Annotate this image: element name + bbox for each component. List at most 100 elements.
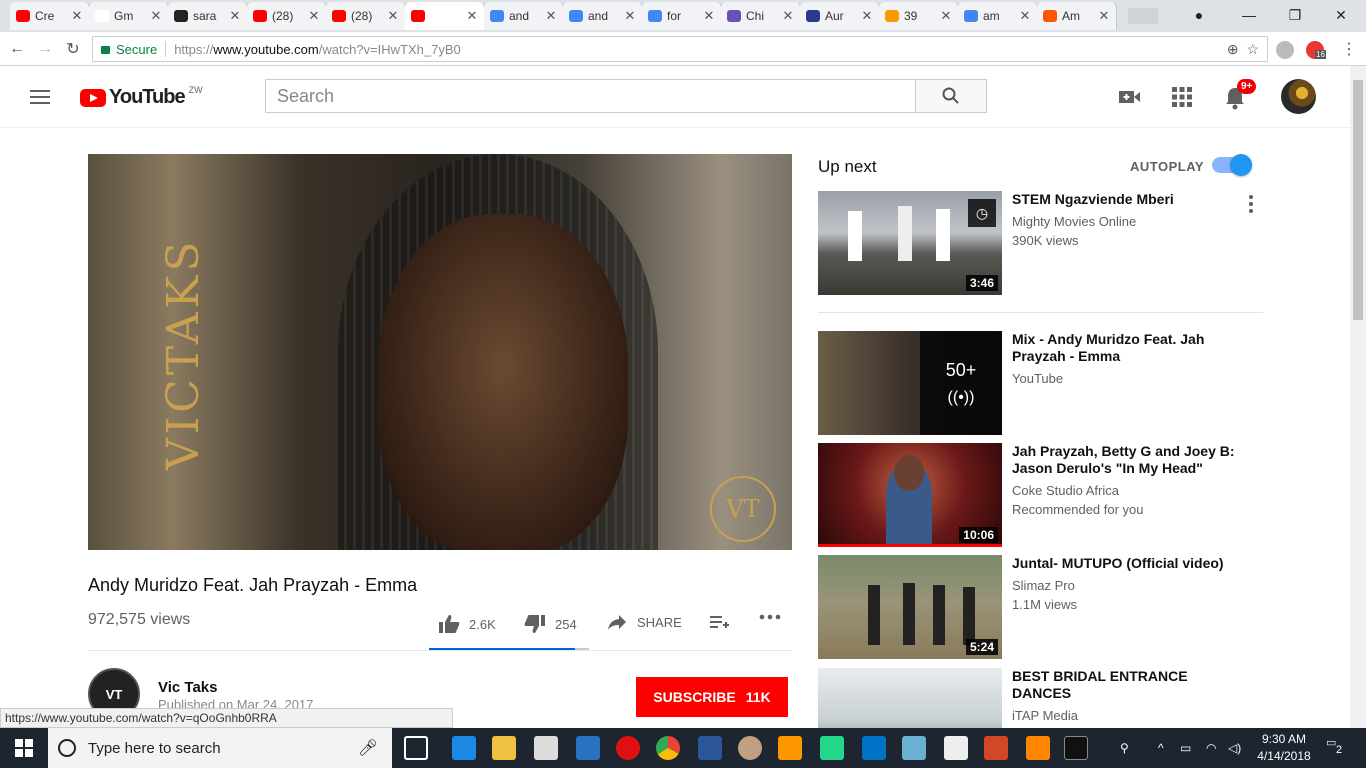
browser-tab[interactable]: am ✕ xyxy=(958,2,1038,30)
back-button[interactable]: ← xyxy=(6,38,28,60)
action-center-icon[interactable]: ▭ 2 xyxy=(1326,736,1350,760)
tab-close-icon[interactable]: ✕ xyxy=(782,8,794,24)
tab-close-icon[interactable]: ✕ xyxy=(387,8,399,24)
scrollbar-thumb[interactable] xyxy=(1353,80,1363,320)
guide-menu-icon[interactable] xyxy=(30,90,50,104)
browser-tab[interactable]: Am ✕ xyxy=(1037,2,1117,30)
close-window-button[interactable]: ✕ xyxy=(1318,0,1364,30)
browser-tab[interactable]: 39 ✕ xyxy=(879,2,959,30)
tab-close-icon[interactable]: ✕ xyxy=(624,8,636,24)
tab-close-icon[interactable]: ✕ xyxy=(150,8,162,24)
chrome-icon[interactable] xyxy=(656,736,680,760)
tab-close-icon[interactable]: ✕ xyxy=(545,8,557,24)
photos-icon[interactable] xyxy=(944,736,968,760)
profile-icon[interactable]: ● xyxy=(1176,0,1222,30)
video-title[interactable]: BEST BRIDAL ENTRANCE DANCES xyxy=(1012,668,1242,702)
dislike-button[interactable]: 254 xyxy=(524,614,577,634)
opera-icon[interactable] xyxy=(616,736,640,760)
taskbar-search-input[interactable]: Type here to search 🎤︎ xyxy=(48,728,392,768)
video-thumbnail[interactable]: 10:06 xyxy=(818,443,1002,547)
tray-chevron-icon[interactable]: ^ xyxy=(1158,728,1164,768)
recommended-video[interactable]: BEST BRIDAL ENTRANCE DANCES iTAP Media xyxy=(818,668,1263,728)
share-button[interactable]: SHARE xyxy=(607,614,682,630)
video-title[interactable]: Jah Prayzah, Betty G and Joey B: Jason D… xyxy=(1012,443,1242,477)
omnibox[interactable]: Secure https://www.youtube.com/watch?v=I… xyxy=(92,36,1268,62)
recommended-video[interactable]: 5:24 Juntal- MUTUPO (Official video) Sli… xyxy=(818,555,1263,659)
notes-icon[interactable] xyxy=(902,736,926,760)
video-thumbnail[interactable] xyxy=(818,668,1002,728)
browser-tab[interactable]: Chi ✕ xyxy=(721,2,801,30)
sublime-icon[interactable] xyxy=(778,736,802,760)
recommended-video[interactable]: ◷ 3:46 STEM Ngazviende Mberi Mighty Movi… xyxy=(818,191,1263,295)
video-thumbnail[interactable]: 5:24 xyxy=(818,555,1002,659)
tab-close-icon[interactable]: ✕ xyxy=(861,8,873,24)
page-scrollbar[interactable] xyxy=(1350,66,1366,728)
reload-button[interactable]: ↻ xyxy=(62,38,84,60)
mix-thumbnail[interactable]: 50+ ((•)) xyxy=(818,331,1002,435)
browser-tab[interactable]: for ✕ xyxy=(642,2,722,30)
task-view-icon[interactable] xyxy=(404,736,428,760)
bookmark-star-icon[interactable]: ☆ xyxy=(1246,41,1259,57)
browser-tab[interactable]: and ✕ xyxy=(563,2,643,30)
browser-tab[interactable]: ✕ xyxy=(405,2,485,30)
tab-close-icon[interactable]: ✕ xyxy=(1098,8,1110,24)
browser-tab[interactable]: Gm ✕ xyxy=(89,2,169,30)
secure-indicator[interactable]: Secure xyxy=(93,42,157,57)
more-vertical-icon[interactable] xyxy=(1249,195,1253,216)
video-title[interactable]: Mix - Andy Muridzo Feat. Jah Prayzah - E… xyxy=(1012,331,1242,365)
outlook-icon[interactable] xyxy=(862,736,886,760)
video-player[interactable]: VICTAKS VT xyxy=(88,154,792,550)
paint-icon[interactable] xyxy=(738,736,762,760)
account-avatar[interactable] xyxy=(1281,79,1316,114)
subscribe-button[interactable]: SUBSCRIBE 11K xyxy=(636,677,788,717)
start-button[interactable] xyxy=(0,728,48,768)
like-button[interactable]: 2.6K xyxy=(438,614,496,634)
tab-close-icon[interactable]: ✕ xyxy=(1019,8,1031,24)
maximize-button[interactable]: ❐ xyxy=(1272,0,1318,30)
browser-tab[interactable]: Aur ✕ xyxy=(800,2,880,30)
browser-tab[interactable]: sara ✕ xyxy=(168,2,248,30)
tab-close-icon[interactable]: ✕ xyxy=(229,8,241,24)
apps-grid-icon[interactable] xyxy=(1171,86,1195,108)
minimize-button[interactable]: — xyxy=(1226,0,1272,30)
video-title[interactable]: STEM Ngazviende Mberi xyxy=(1012,191,1242,208)
tab-close-icon[interactable]: ✕ xyxy=(71,8,83,24)
volume-icon[interactable]: ◁) xyxy=(1228,728,1241,768)
browser-tab[interactable]: (28) ✕ xyxy=(247,2,327,30)
vlc-icon[interactable] xyxy=(1026,736,1050,760)
file-explorer-icon[interactable] xyxy=(492,736,516,760)
video-title[interactable]: Juntal- MUTUPO (Official video) xyxy=(1012,555,1242,572)
extension-icon[interactable] xyxy=(1276,41,1294,59)
microphone-icon[interactable]: 🎤︎ xyxy=(358,738,378,758)
terminal-icon[interactable] xyxy=(1064,736,1088,760)
people-icon[interactable]: ⚲ xyxy=(1120,728,1129,768)
search-input[interactable]: Search xyxy=(265,79,916,113)
pycharm-icon[interactable] xyxy=(820,736,844,760)
battery-icon[interactable]: ▭ xyxy=(1180,728,1191,768)
youtube-logo[interactable]: YouTube ZW xyxy=(80,85,203,109)
app-icon[interactable] xyxy=(576,736,600,760)
browser-tab[interactable]: Cre ✕ xyxy=(10,2,90,30)
tab-close-icon[interactable]: ✕ xyxy=(703,8,715,24)
wifi-icon[interactable]: ◠ xyxy=(1206,728,1216,768)
zoom-icon[interactable]: ⊕ xyxy=(1227,41,1239,57)
new-tab-button[interactable] xyxy=(1128,8,1158,24)
opera-extension-icon[interactable]: 16 xyxy=(1306,41,1326,59)
more-actions-button[interactable] xyxy=(759,614,781,620)
create-video-icon[interactable] xyxy=(1118,86,1142,108)
chrome-menu-icon[interactable]: ⋮ xyxy=(1338,38,1360,60)
edge-icon[interactable] xyxy=(452,736,476,760)
watch-later-clock-icon[interactable]: ◷ xyxy=(968,199,996,227)
mail-icon[interactable] xyxy=(534,736,558,760)
search-button[interactable] xyxy=(915,79,987,113)
word-icon[interactable] xyxy=(698,736,722,760)
channel-name[interactable]: Vic Taks xyxy=(158,679,218,696)
autoplay-toggle[interactable] xyxy=(1212,154,1252,176)
system-clock[interactable]: 9:30 AM 4/14/2018 xyxy=(1252,731,1316,765)
forward-button[interactable]: → xyxy=(34,38,56,60)
powerpoint-icon[interactable] xyxy=(984,736,1008,760)
add-to-playlist-button[interactable] xyxy=(709,614,731,630)
tab-close-icon[interactable]: ✕ xyxy=(466,8,478,24)
browser-tab[interactable]: (28) ✕ xyxy=(326,2,406,30)
tab-close-icon[interactable]: ✕ xyxy=(940,8,952,24)
